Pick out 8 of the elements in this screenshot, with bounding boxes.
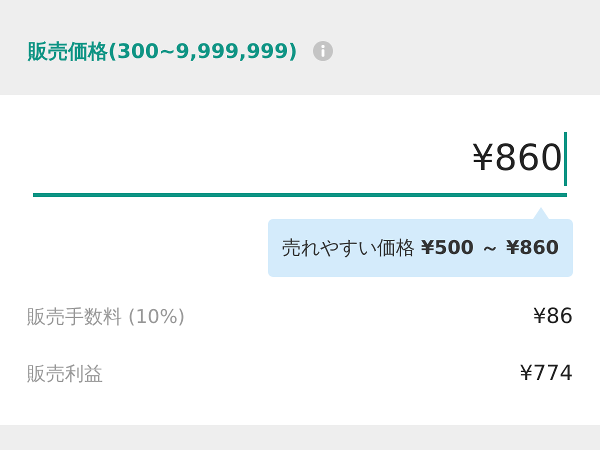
info-icon[interactable] xyxy=(313,40,334,60)
price-input-field[interactable]: ¥860 xyxy=(33,125,567,197)
summary-label: 販売手数料 (10%) xyxy=(27,304,186,330)
summary-label: 販売利益 xyxy=(27,362,103,387)
summary-value: ¥86 xyxy=(532,303,573,330)
summary-value: ¥774 xyxy=(520,360,573,388)
price-tooltip: 売れやすい価格 ¥500 ～ ¥860 xyxy=(268,207,573,277)
section-title: 販売価格(300~9,999,999) xyxy=(28,38,298,64)
